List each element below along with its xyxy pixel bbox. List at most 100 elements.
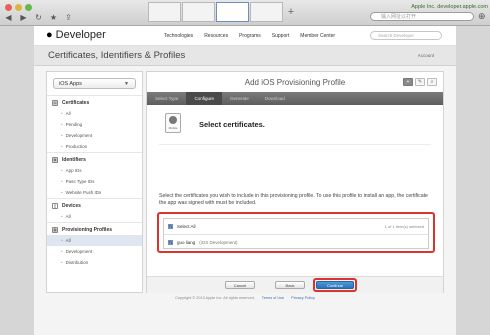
platform-select[interactable]: iOS Apps ▼ [53, 78, 136, 89]
sidebar-section-title: Devices [62, 203, 81, 209]
sidebar-item-label: Distribution [65, 260, 89, 265]
wizard-steps: Select Type Configure Generate Download [147, 92, 443, 105]
bullet-icon: • [61, 238, 63, 243]
site-footer: Copyright © 2013 Apple Inc. All rights r… [34, 293, 456, 300]
bullet-icon: • [61, 122, 63, 127]
select-all-row[interactable]: ✓ Select All 1 of 1 item(s) selected [164, 219, 428, 234]
sidebar-item-profiles-distribution[interactable]: • Distribution [47, 257, 142, 268]
nav-programs[interactable]: Programs [239, 33, 261, 39]
share-icon[interactable]: ⇪ [64, 13, 73, 22]
developer-logo[interactable]: ● Developer [46, 29, 106, 41]
certificate-document-icon: Mobile [165, 113, 181, 133]
address-host[interactable]: Apple Inc. developer.apple.com [370, 3, 488, 12]
reload-icon[interactable]: ↻ [34, 13, 43, 22]
sidebar-item-certificates-all[interactable]: • All [47, 108, 142, 119]
tab-thumbnail[interactable] [182, 2, 215, 22]
add-icon[interactable]: + [403, 78, 413, 86]
window-controls [5, 4, 32, 11]
sidebar-section-identifiers: ▣ Identifiers [47, 152, 142, 165]
sidebar-item-label: All [65, 238, 71, 243]
sidebar-section-provisioning-profiles: ▦ Provisioning Profiles [47, 222, 142, 235]
sidebar-item-devices-all[interactable]: • All [47, 211, 142, 222]
selection-count: 1 of 1 item(s) selected [384, 224, 424, 229]
close-window-button[interactable] [5, 4, 12, 11]
continue-button[interactable]: Continue [316, 281, 354, 289]
certificate-list: ✓ Select All 1 of 1 item(s) selected ✓ g… [163, 218, 429, 249]
device-icon: ▯ [52, 203, 58, 209]
account-menu[interactable]: Account [418, 53, 434, 58]
certificate-icon: ▤ [52, 100, 58, 106]
cancel-button[interactable]: Cancel [225, 281, 255, 289]
back-button[interactable]: Back [275, 281, 305, 289]
forward-arrow-icon[interactable]: ▶ [19, 13, 28, 22]
zoom-window-button[interactable] [25, 4, 32, 11]
sidebar-item-production[interactable]: • Production [47, 141, 142, 152]
step-generate: Generate [229, 96, 249, 101]
bullet-icon: • [61, 111, 63, 116]
seal-icon [169, 116, 177, 124]
edit-icon[interactable]: ✎ [415, 78, 425, 86]
nav-technologies[interactable]: Technologies [164, 33, 193, 39]
id-card-icon: ▣ [52, 157, 58, 163]
sidebar-item-label: Development [65, 133, 93, 138]
sidebar-item-pass-type-ids[interactable]: • Pass Type IDs [47, 176, 142, 187]
sidebar-item-label: Development [65, 249, 93, 254]
new-tab-icon[interactable]: + [284, 2, 298, 22]
bullet-icon: • [61, 179, 63, 184]
sidebar-item-profiles-development[interactable]: • Development [47, 246, 142, 257]
panel-header: Add iOS Provisioning Profile + ✎ ⌕ [147, 72, 443, 92]
bullet-icon: • [61, 133, 63, 138]
main-panel: Add iOS Provisioning Profile + ✎ ⌕ Selec… [146, 71, 444, 293]
certificate-type: (iOS Development) [199, 239, 238, 245]
sidebar-section-title: Provisioning Profiles [62, 227, 113, 233]
search-icon[interactable]: ⌕ [427, 78, 437, 86]
step-select-type: Select Type [155, 96, 179, 101]
brand-label: Developer [55, 29, 106, 41]
sidebar-item-profiles-all[interactable]: • All [47, 235, 142, 246]
sidebar-item-website-push-ids[interactable]: • Website Push IDs [47, 187, 142, 198]
certificate-name: guo liang [177, 239, 196, 245]
certificate-checkbox[interactable]: ✓ [168, 239, 173, 245]
sidebar-section-devices: ▯ Devices [47, 198, 142, 211]
apple-logo-icon: ● [46, 29, 53, 41]
section-header: Certificates, Identifiers & Profiles Acc… [34, 46, 456, 66]
bullet-icon: • [61, 144, 63, 149]
select-all-label: Select All [177, 224, 196, 229]
site-header: ● Developer Technologies Resources Progr… [34, 26, 456, 46]
action-bar: Cancel Back Continue [147, 276, 443, 293]
sidebar-item-label: All [65, 214, 71, 219]
top-navigation: Technologies Resources Programs Support … [164, 33, 335, 39]
tab-thumbnails: + [148, 2, 298, 22]
certificate-row[interactable]: ✓ guo liang (iOS Development) [164, 234, 428, 249]
platform-select-value: iOS Apps [59, 81, 82, 87]
sidebar-item-label: Pending [65, 122, 83, 127]
tab-thumbnail[interactable] [250, 2, 283, 22]
nav-member-center[interactable]: Member Center [300, 33, 335, 39]
back-arrow-icon[interactable]: ◀ [4, 13, 13, 22]
browser-toolbar: ◀ ▶ ↻ ★ ⇪ + Apple Inc. developer.apple.c… [0, 0, 490, 26]
chevron-down-icon: ▼ [124, 81, 129, 87]
nav-resources[interactable]: Resources [204, 33, 228, 39]
bullet-icon: • [61, 249, 63, 254]
minimize-window-button[interactable] [15, 4, 22, 11]
bullet-icon: • [61, 168, 63, 173]
sidebar-item-app-ids[interactable]: • App IDs [47, 165, 142, 176]
profile-icon: ▦ [52, 227, 58, 233]
nav-support[interactable]: Support [272, 33, 290, 39]
privacy-link[interactable]: Privacy Policy [291, 296, 315, 300]
panel-toolbar: + ✎ ⌕ [403, 78, 437, 86]
tab-thumbnail-active[interactable] [216, 2, 249, 22]
bullet-icon: • [61, 260, 63, 265]
sidebar-item-pending[interactable]: • Pending [47, 119, 142, 130]
select-all-checkbox[interactable]: ✓ [168, 224, 173, 229]
downloads-icon[interactable]: ⊕ [478, 11, 486, 22]
sidebar-item-certificates-development[interactable]: • Development [47, 130, 142, 141]
developer-search-input[interactable]: Search Developer [370, 31, 442, 40]
bookmark-star-icon[interactable]: ★ [49, 13, 58, 22]
tab-thumbnail[interactable] [148, 2, 181, 22]
terms-link[interactable]: Terms of Use [262, 296, 284, 300]
panel-title: Add iOS Provisioning Profile [244, 78, 346, 87]
step-download: Download [264, 96, 285, 101]
sidebar-item-label: Production [65, 144, 88, 149]
address-input[interactable]: 输入网址以打开 [370, 12, 474, 21]
